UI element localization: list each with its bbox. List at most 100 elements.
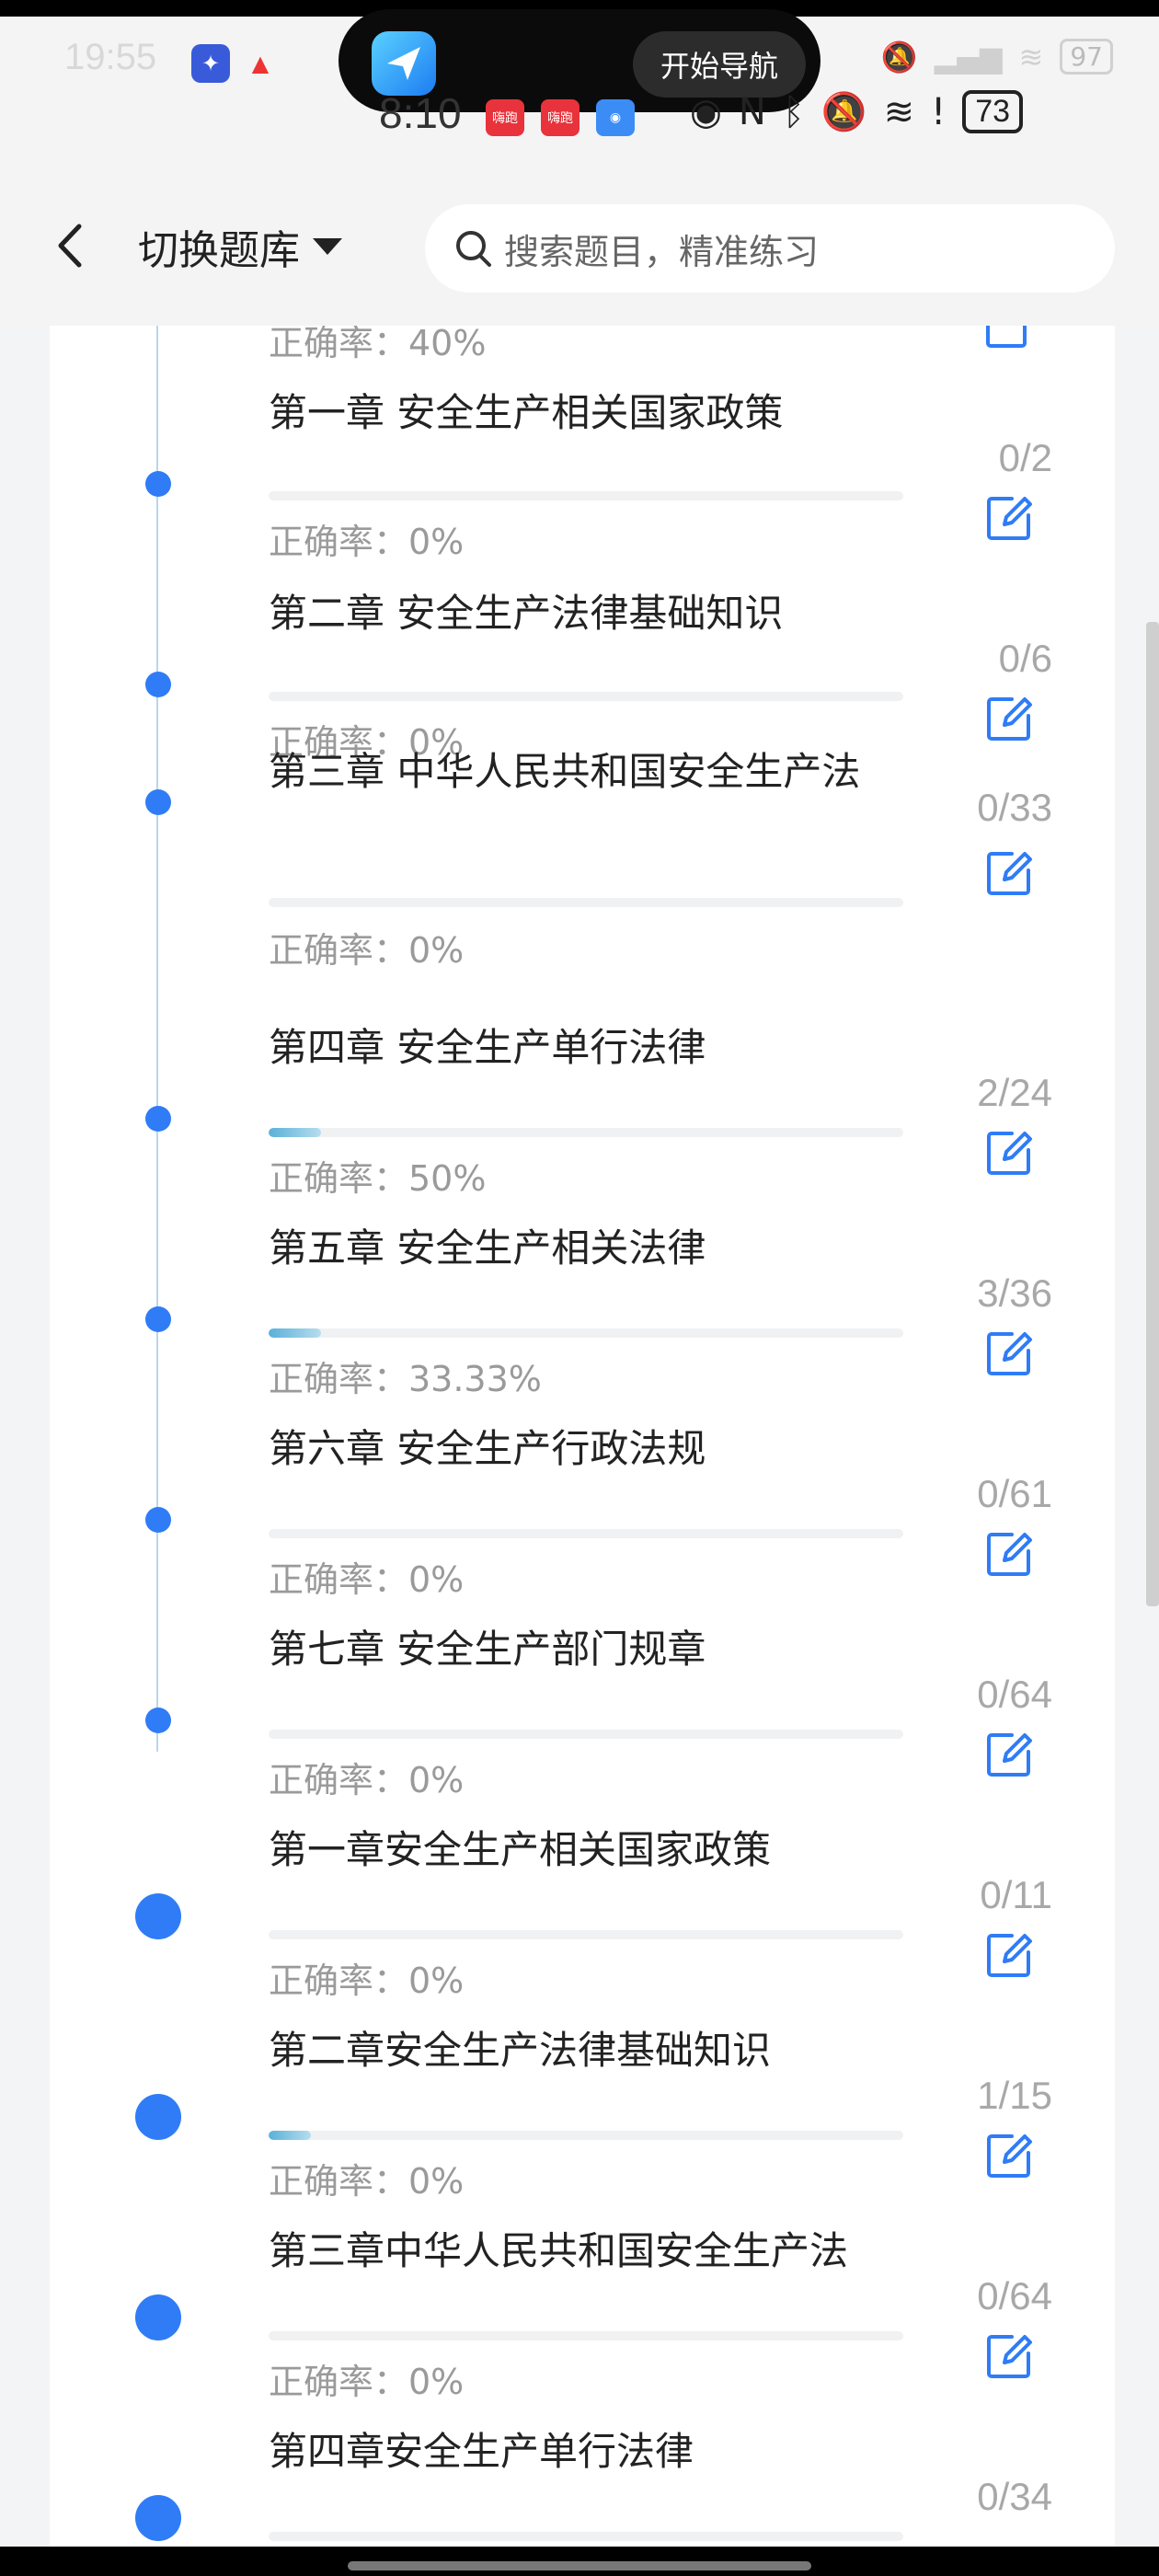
- accuracy-text: 正确率：0%: [269, 930, 465, 971]
- switch-bank-dropdown[interactable]: 切换题库: [138, 217, 342, 276]
- progress-bar: [269, 491, 903, 500]
- progress-bar: [269, 2331, 903, 2340]
- system-time: 19:55: [64, 37, 157, 77]
- progress-bar: [269, 692, 903, 701]
- chapter-item[interactable]: 第一章安全生产相关国家政策 正确率：0% 0/11: [50, 1774, 1115, 2001]
- progress-count: 1/15: [977, 2074, 1052, 2117]
- system-status-icons: 🔕 ▂▄▆ ≋ 97: [881, 39, 1113, 75]
- timeline-dot: [145, 789, 171, 815]
- app-badge-icon-3: ◉: [596, 99, 635, 136]
- chapter-title: 第四章 安全生产单行法律: [269, 1025, 706, 1070]
- progress-bar: [269, 1730, 903, 1739]
- progress-bar: [269, 1930, 903, 1939]
- search-placeholder: 搜索题目，精准练习: [504, 231, 820, 272]
- notification-app-icon-2: ▲: [251, 51, 270, 76]
- chapter-item[interactable]: 第一章 安全生产相关国家政策 正确率：0% 0/2: [50, 326, 1115, 562]
- progress-count: 0/64: [977, 2274, 1052, 2317]
- edit-icon[interactable]: [984, 1527, 1036, 1579]
- chapter-title: 第一章安全生产相关国家政策: [269, 1827, 772, 1872]
- switch-bank-label: 切换题库: [138, 227, 300, 274]
- progress-bar: [269, 1529, 903, 1538]
- wifi-icon: ≋: [883, 90, 915, 133]
- progress-fill: [269, 2131, 312, 2140]
- battery-indicator: 73: [962, 90, 1024, 133]
- app-badge-icon: 嗨跑: [486, 99, 524, 136]
- bluetooth-icon: ᛒ: [782, 90, 805, 133]
- chapter-title: 第二章 安全生产法律基础知识: [269, 591, 784, 636]
- progress-count: 0/34: [977, 2475, 1052, 2518]
- progress-count: 0/6: [998, 637, 1052, 680]
- chevron-left-icon: [58, 224, 82, 268]
- search-input[interactable]: 搜索题目，精准练习: [425, 204, 1115, 293]
- progress-bar: [269, 1128, 903, 1137]
- chapter-title: 第三章 中华人民共和国安全生产法: [269, 749, 861, 794]
- progress-count: 2/24: [977, 1071, 1052, 1114]
- timeline-dot: [145, 1106, 171, 1132]
- chapter-title: 第六章 安全生产行政法规: [269, 1426, 706, 1471]
- chapter-title: 第一章 安全生产相关国家政策: [269, 390, 784, 435]
- timeline-dot: [145, 1708, 171, 1733]
- progress-count: 0/64: [977, 1673, 1052, 1716]
- timeline-dot: [135, 2294, 181, 2340]
- progress-bar: [269, 2532, 903, 2541]
- app-badge-icon-2: 嗨跑: [541, 99, 580, 136]
- chapter-item[interactable]: 第三章 中华人民共和国安全生产法正确率：0% 0/33: [50, 727, 1115, 971]
- signal-icon: ▂▄▆: [934, 39, 1003, 75]
- inner-time: 8:10: [379, 89, 462, 137]
- progress-count: 0/61: [977, 1472, 1052, 1515]
- progress-fill: [269, 1128, 322, 1137]
- home-indicator[interactable]: [348, 2561, 811, 2570]
- chapter-title: 第五章 安全生产相关法律: [269, 1225, 706, 1271]
- chapter-item[interactable]: 第七章 安全生产部门规章 正确率：0% 0/64: [50, 1573, 1115, 1800]
- caret-down-icon: [313, 238, 342, 255]
- chapter-title: 第四章安全生产单行法律: [269, 2429, 694, 2474]
- chapter-title: 第二章安全生产法律基础知识: [269, 2028, 772, 2073]
- progress-bar: [269, 2131, 903, 2140]
- chapter-title: 第七章 安全生产部门规章: [269, 1627, 706, 1672]
- progress-count: 3/36: [977, 1271, 1052, 1315]
- notification-app-icon: ✦: [191, 44, 230, 83]
- scrollbar[interactable]: [1146, 622, 1159, 1606]
- timeline-dot: [145, 1507, 171, 1533]
- edit-icon[interactable]: [984, 846, 1036, 898]
- wifi-icon: ≋: [1018, 39, 1044, 75]
- timeline-dot: [145, 1306, 171, 1332]
- edit-icon[interactable]: [984, 1126, 1036, 1178]
- progress-count: 0/33: [977, 786, 1052, 829]
- progress-bar: [269, 898, 903, 907]
- battery-indicator: 97: [1060, 39, 1113, 75]
- chapter-item[interactable]: 第四章安全生产单行法律 0/34: [50, 2375, 1115, 2547]
- mute-icon: 🔕: [820, 91, 867, 133]
- progress-fill: [269, 1328, 322, 1338]
- progress-count: 0/11: [980, 1873, 1052, 1916]
- chapter-title: 第三章中华人民共和国安全生产法: [269, 2228, 849, 2273]
- timeline-dot: [145, 672, 171, 697]
- search-icon: [456, 231, 491, 267]
- chapter-item[interactable]: 第四章 安全生产单行法律 正确率：50% 2/24: [50, 972, 1115, 1199]
- chapter-item[interactable]: 第五章 安全生产相关法律 正确率：33.33% 3/36: [50, 1172, 1115, 1399]
- start-navigation-button[interactable]: 开始导航: [632, 31, 806, 98]
- chapter-item[interactable]: 第三章中华人民共和国安全生产法 正确率：0% 0/64: [50, 2175, 1115, 2402]
- timeline-dot: [135, 1893, 181, 1939]
- chapter-item[interactable]: 第二章安全生产法律基础知识 正确率：0% 1/15: [50, 1974, 1115, 2202]
- edit-icon[interactable]: [984, 2329, 1036, 2381]
- chapter-item[interactable]: 第六章 安全生产行政法规 正确率：0% 0/61: [50, 1373, 1115, 1600]
- mute-icon: 🔕: [880, 39, 918, 75]
- navigation-app-icon: [372, 31, 436, 96]
- inner-status-icons: ◉ N ᛒ 🔕 ≋ ! 73: [690, 90, 1024, 133]
- timeline-dot: [135, 2495, 181, 2541]
- timeline-dot: [135, 2094, 181, 2140]
- progress-count: 0/2: [998, 436, 1052, 479]
- back-button[interactable]: [48, 221, 94, 270]
- edit-icon[interactable]: [984, 1327, 1036, 1378]
- chapter-list: 正确率：40% 第一章 安全生产相关国家政策 正确率：0% 0/2 第二章 安全生产法…: [50, 326, 1115, 2547]
- edit-icon[interactable]: [984, 1728, 1036, 1779]
- edit-icon[interactable]: [984, 2129, 1036, 2180]
- chapter-item[interactable]: 第二章 安全生产法律基础知识 正确率：0% 0/6: [50, 526, 1115, 763]
- edit-icon[interactable]: [984, 1928, 1036, 1980]
- eye-icon: ◉: [690, 90, 722, 133]
- page-header: 切换题库 搜索题目，精准练习: [0, 164, 1159, 326]
- nfc-icon: N: [738, 90, 766, 133]
- alert-icon: !: [931, 90, 947, 133]
- timeline-dot: [145, 471, 171, 497]
